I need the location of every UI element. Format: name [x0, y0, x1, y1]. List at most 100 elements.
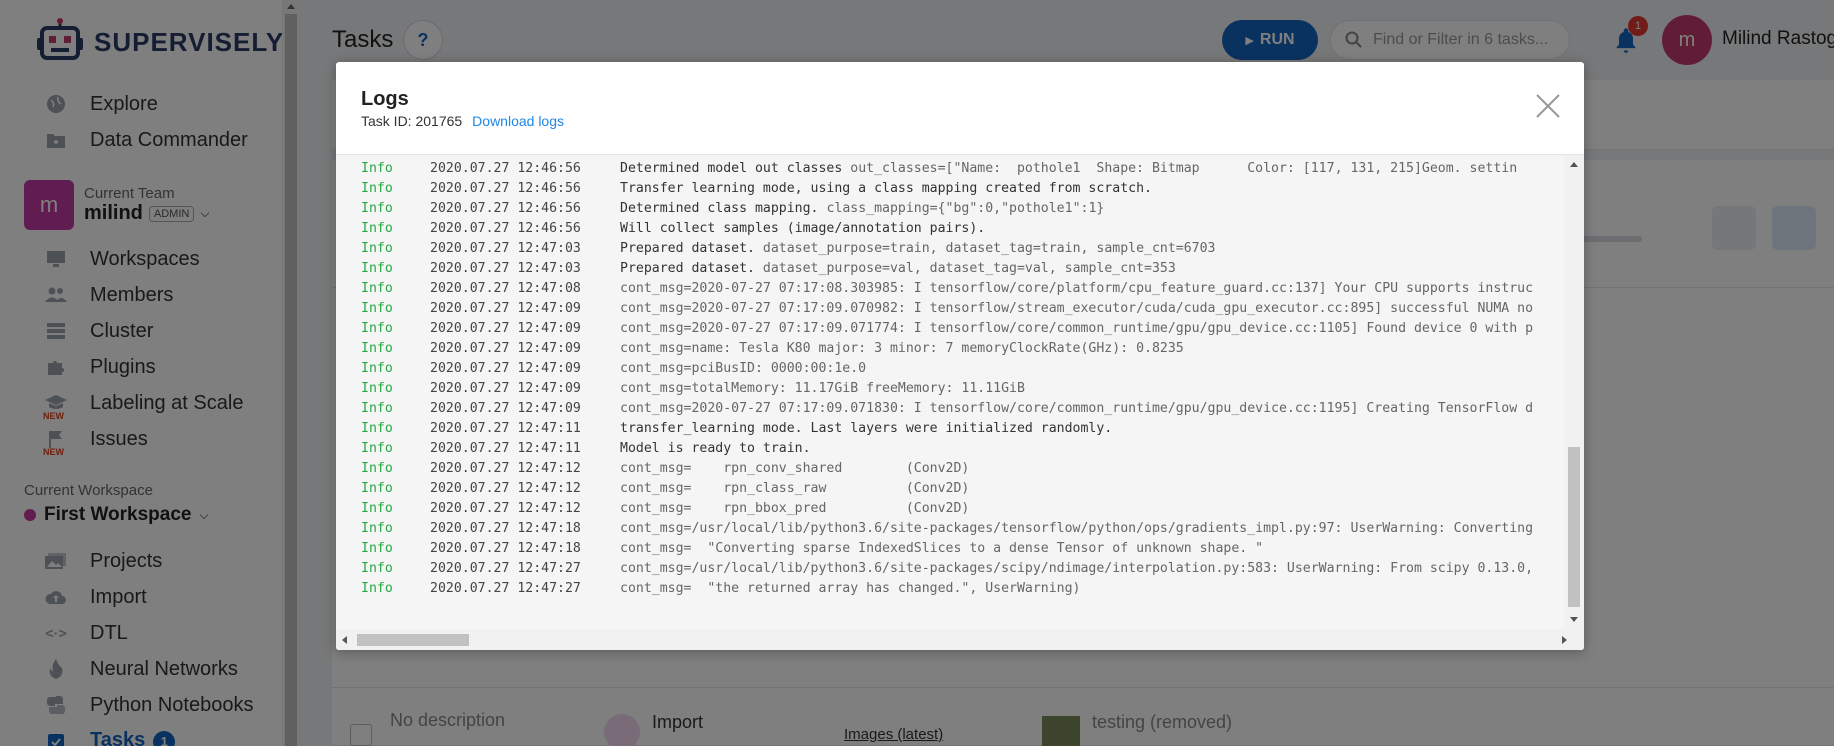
- log-level: Info: [361, 481, 393, 496]
- log-line: Info 2020.07.27 12:47:11 Model is ready to…: [361, 439, 1576, 459]
- log-timestamp: 2020.07.27 12:46:56: [430, 221, 581, 236]
- log-detail: dataset_purpose=val, dataset_tag=val, sa…: [754, 261, 1176, 276]
- log-timestamp: 2020.07.27 12:47:03: [430, 241, 581, 256]
- scrollbar-thumb[interactable]: [357, 634, 469, 646]
- log-timestamp: 2020.07.27 12:47:09: [430, 361, 581, 376]
- horizontal-scrollbar[interactable]: [336, 629, 1584, 650]
- log-line: Info 2020.07.27 12:46:56 Transfer learning…: [361, 179, 1576, 199]
- scroll-down-arrow-icon[interactable]: [1570, 617, 1578, 622]
- log-level: Info: [361, 461, 393, 476]
- log-timestamp: 2020.07.27 12:47:12: [430, 501, 581, 516]
- log-level: Info: [361, 381, 393, 396]
- log-timestamp: 2020.07.27 12:46:56: [430, 181, 581, 196]
- log-detail: cont_msg= rpn_conv_shared (Conv2D): [620, 461, 970, 476]
- log-level: Info: [361, 401, 393, 416]
- log-line: Info 2020.07.27 12:46:56 Determined model …: [361, 159, 1576, 179]
- log-line: Info 2020.07.27 12:47:12 cont_msg= rpn_con…: [361, 459, 1576, 479]
- log-level: Info: [361, 341, 393, 356]
- log-line: Info 2020.07.27 12:46:56 Will collect samp…: [361, 219, 1576, 239]
- log-timestamp: 2020.07.27 12:47:12: [430, 481, 581, 496]
- log-level: Info: [361, 301, 393, 316]
- log-line: Info 2020.07.27 12:47:03 Prepared dataset.…: [361, 239, 1576, 259]
- log-level: Info: [361, 261, 393, 276]
- log-line: Info 2020.07.27 12:47:27 cont_msg= "the re…: [361, 579, 1576, 599]
- scroll-right-arrow-icon[interactable]: [1562, 636, 1567, 644]
- log-detail: cont_msg= "the returned array has change…: [620, 581, 1081, 596]
- log-line: Info 2020.07.27 12:47:12 cont_msg= rpn_cla…: [361, 479, 1576, 499]
- log-timestamp: 2020.07.27 12:47:08: [430, 281, 581, 296]
- log-timestamp: 2020.07.27 12:47:09: [430, 341, 581, 356]
- log-detail: cont_msg=name: Tesla K80 major: 3 minor:…: [620, 341, 1184, 356]
- log-detail: cont_msg= "Converting sparse IndexedSlic…: [620, 541, 1264, 556]
- log-message: Prepared dataset.: [620, 261, 755, 276]
- log-level: Info: [361, 321, 393, 336]
- log-level: Info: [361, 421, 393, 436]
- log-timestamp: 2020.07.27 12:47:09: [430, 321, 581, 336]
- log-detail: class_mapping={"bg":0,"pothole1":1}: [818, 201, 1105, 216]
- log-level: Info: [361, 161, 393, 176]
- download-logs-link[interactable]: Download logs: [472, 113, 564, 129]
- scrollbar-thumb[interactable]: [1568, 447, 1580, 607]
- log-message: Determined class mapping.: [620, 201, 819, 216]
- dialog-title: Logs: [361, 88, 409, 110]
- log-level: Info: [361, 521, 393, 536]
- log-message: Prepared dataset.: [620, 241, 755, 256]
- log-detail: cont_msg=pciBusID: 0000:00:1e.0: [620, 361, 867, 376]
- log-level: Info: [361, 441, 393, 456]
- log-detail: cont_msg= rpn_bbox_pred (Conv2D): [620, 501, 970, 516]
- close-icon[interactable]: [1532, 90, 1564, 122]
- log-detail: cont_msg=2020-07-27 07:17:08.303985: I t…: [620, 281, 1534, 296]
- log-detail: cont_msg=2020-07-27 07:17:09.071774: I t…: [620, 321, 1534, 336]
- logs-dialog: Logs Task ID: 201765 Download logs Info 2…: [336, 62, 1584, 650]
- log-line: Info 2020.07.27 12:47:18 cont_msg=/usr/loc…: [361, 519, 1576, 539]
- log-timestamp: 2020.07.27 12:47:11: [430, 441, 581, 456]
- log-line: Info 2020.07.27 12:47:12 cont_msg= rpn_bbo…: [361, 499, 1576, 519]
- log-lines: Info 2020.07.27 12:46:56 Determined model …: [361, 159, 1576, 629]
- log-line: Info 2020.07.27 12:47:27 cont_msg=/usr/loc…: [361, 559, 1576, 579]
- log-message: Model is ready to train.: [620, 441, 811, 456]
- log-timestamp: 2020.07.27 12:47:09: [430, 401, 581, 416]
- log-level: Info: [361, 361, 393, 376]
- log-line: Info 2020.07.27 12:47:09 cont_msg=totalMem…: [361, 379, 1576, 399]
- log-detail: cont_msg= rpn_class_raw (Conv2D): [620, 481, 970, 496]
- log-level: Info: [361, 241, 393, 256]
- log-viewer[interactable]: Info 2020.07.27 12:46:56 Determined model …: [336, 154, 1584, 650]
- task-id: Task ID: 201765: [361, 113, 463, 129]
- log-timestamp: 2020.07.27 12:47:09: [430, 381, 581, 396]
- log-timestamp: 2020.07.27 12:47:27: [430, 581, 581, 596]
- log-line: Info 2020.07.27 12:47:08 cont_msg=2020-07-…: [361, 279, 1576, 299]
- log-level: Info: [361, 501, 393, 516]
- vertical-scrollbar[interactable]: [1564, 155, 1584, 629]
- scroll-up-arrow-icon[interactable]: [1570, 162, 1578, 167]
- log-timestamp: 2020.07.27 12:46:56: [430, 161, 581, 176]
- log-timestamp: 2020.07.27 12:46:56: [430, 201, 581, 216]
- log-detail: dataset_purpose=train, dataset_tag=train…: [754, 241, 1216, 256]
- log-line: Info 2020.07.27 12:47:09 cont_msg=2020-07-…: [361, 299, 1576, 319]
- log-timestamp: 2020.07.27 12:47:27: [430, 561, 581, 576]
- log-level: Info: [361, 221, 393, 236]
- log-level: Info: [361, 541, 393, 556]
- log-detail: cont_msg=2020-07-27 07:17:09.070982: I t…: [620, 301, 1534, 316]
- log-line: Info 2020.07.27 12:47:18 cont_msg= "Conver…: [361, 539, 1576, 559]
- log-detail: cont_msg=/usr/local/lib/python3.6/site-p…: [620, 521, 1534, 536]
- log-timestamp: 2020.07.27 12:47:03: [430, 261, 581, 276]
- log-message: Transfer learning mode, using a class ma…: [620, 181, 1152, 196]
- log-line: Info 2020.07.27 12:47:11 transfer_learning…: [361, 419, 1576, 439]
- scroll-left-arrow-icon[interactable]: [342, 636, 347, 644]
- log-timestamp: 2020.07.27 12:47:18: [430, 541, 581, 556]
- log-timestamp: 2020.07.27 12:47:12: [430, 461, 581, 476]
- log-detail: cont_msg=totalMemory: 11.17GiB freeMemor…: [620, 381, 1025, 396]
- log-detail: cont_msg=/usr/local/lib/python3.6/site-p…: [620, 561, 1534, 576]
- log-message: transfer_learning mode. Last layers were…: [620, 421, 1113, 436]
- log-level: Info: [361, 181, 393, 196]
- log-timestamp: 2020.07.27 12:47:11: [430, 421, 581, 436]
- log-detail: cont_msg=2020-07-27 07:17:09.071830: I t…: [620, 401, 1534, 416]
- log-message: Determined model out classes: [620, 161, 843, 176]
- log-level: Info: [361, 201, 393, 216]
- log-timestamp: 2020.07.27 12:47:18: [430, 521, 581, 536]
- log-message: Will collect samples (image/annotation p…: [620, 221, 986, 236]
- log-line: Info 2020.07.27 12:47:09 cont_msg=2020-07-…: [361, 399, 1576, 419]
- log-level: Info: [361, 581, 393, 596]
- log-line: Info 2020.07.27 12:47:09 cont_msg=pciBusID…: [361, 359, 1576, 379]
- log-line: Info 2020.07.27 12:47:09 cont_msg=name: Te…: [361, 339, 1576, 359]
